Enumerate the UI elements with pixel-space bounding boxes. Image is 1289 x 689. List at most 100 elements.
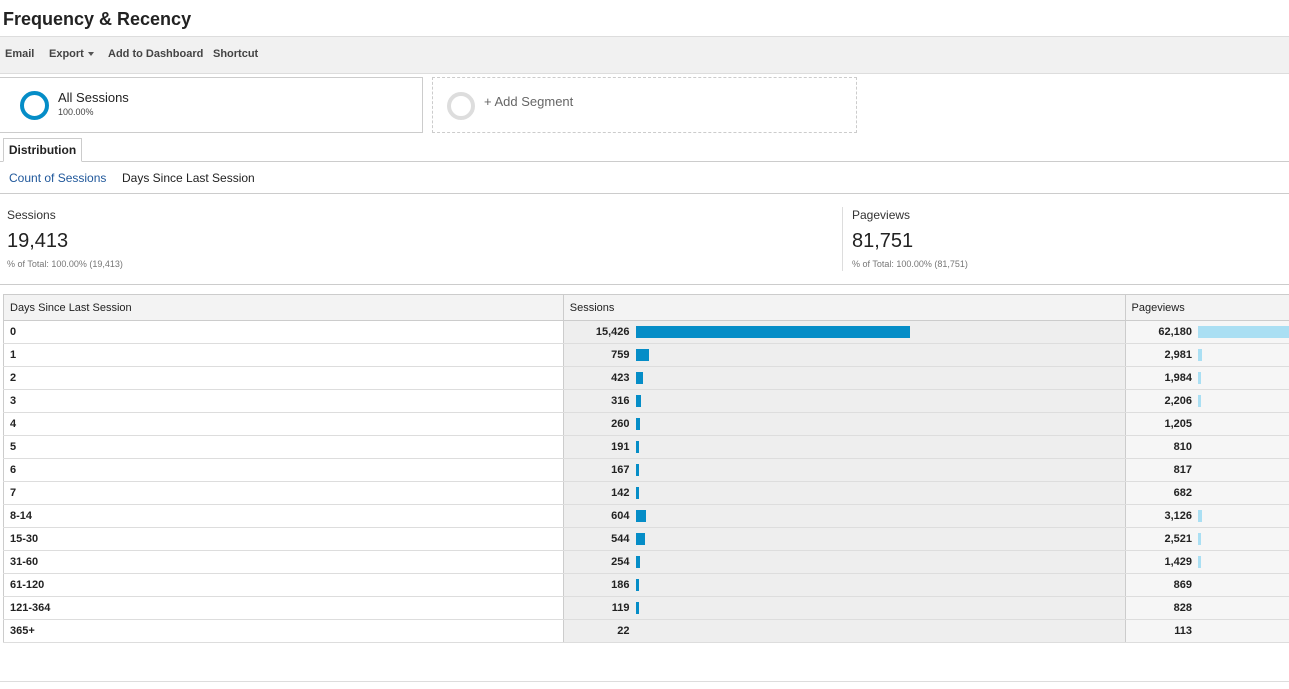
table-row: 3 316 2,206: [3, 389, 1289, 413]
add-segment-label: + Add Segment: [484, 94, 574, 109]
row-sessions-value: 260: [611, 418, 630, 430]
shortcut-button[interactable]: Shortcut: [213, 48, 258, 60]
table-row: 7 142 682: [3, 481, 1289, 505]
row-pageviews-cell: 1,205: [1124, 412, 1289, 436]
row-pageviews-value: 1,429: [1164, 556, 1192, 568]
row-dimension: 2: [3, 366, 564, 390]
row-sessions-bar: [635, 372, 644, 384]
row-pageviews-value: 810: [1173, 441, 1192, 453]
row-sessions-bar: [635, 326, 910, 338]
table-row: 365+ 22 113: [3, 619, 1289, 643]
table-row: 5 191 810: [3, 435, 1289, 459]
subnav-divider: [0, 193, 1289, 194]
row-dimension: 121-364: [3, 596, 564, 620]
row-pageviews-value: 828: [1173, 602, 1192, 614]
row-sessions-cell: 186: [562, 573, 1126, 597]
row-dimension: 1: [3, 343, 564, 367]
pageviews-summary-label: Pageviews: [852, 208, 911, 222]
row-pageviews-value: 817: [1173, 464, 1192, 476]
export-label: Export: [49, 48, 84, 60]
row-sessions-value: 544: [611, 533, 630, 545]
table-row: 4 260 1,205: [3, 412, 1289, 436]
row-pageviews-bar: [1197, 510, 1203, 522]
row-sessions-cell: 191: [562, 435, 1126, 459]
row-pageviews-cell: 817: [1124, 458, 1289, 482]
row-sessions-bar: [635, 395, 642, 407]
row-sessions-value: 254: [611, 556, 630, 568]
row-dimension: 6: [3, 458, 564, 482]
row-pageviews-value: 113: [1174, 625, 1192, 637]
table-row: 8-14 604 3,126: [3, 504, 1289, 528]
row-pageviews-bar: [1197, 556, 1201, 568]
row-pageviews-bar: [1197, 326, 1289, 338]
tab-distribution[interactable]: Distribution: [3, 138, 82, 162]
row-pageviews-value: 2,521: [1164, 533, 1192, 545]
row-sessions-value: 186: [611, 579, 630, 591]
column-header-dimension[interactable]: Days Since Last Session: [3, 294, 564, 321]
row-sessions-value: 15,426: [595, 326, 630, 338]
row-pageviews-cell: 113: [1124, 619, 1289, 643]
count-of-sessions-link[interactable]: Count of Sessions: [9, 171, 106, 185]
days-since-last-session-link[interactable]: Days Since Last Session: [122, 171, 255, 185]
pageviews-summary-value: 81,751: [852, 230, 914, 252]
row-sessions-cell: 167: [562, 458, 1126, 482]
row-sessions-cell: 15,426: [562, 320, 1126, 344]
row-pageviews-cell: 1,429: [1124, 550, 1289, 574]
add-to-dashboard-button[interactable]: Add to Dashboard: [108, 48, 203, 60]
row-sessions-value: 167: [611, 464, 630, 476]
row-sessions-bar: [635, 579, 640, 591]
data-table: Days Since Last Session Sessions Pagevie…: [3, 294, 1289, 643]
row-sessions-cell: 142: [562, 481, 1126, 505]
row-sessions-cell: 316: [562, 389, 1126, 413]
row-sessions-value: 142: [611, 487, 630, 499]
row-sessions-bar: [635, 602, 639, 614]
table-row: 121-364 119 828: [3, 596, 1289, 620]
row-dimension: 4: [3, 412, 564, 436]
row-pageviews-bar: [1197, 395, 1201, 407]
row-pageviews-value: 1,984: [1164, 372, 1192, 384]
column-header-pageviews[interactable]: Pageviews: [1124, 294, 1289, 321]
row-dimension: 3: [3, 389, 564, 413]
row-pageviews-bar: [1197, 533, 1202, 545]
row-sessions-bar: [635, 510, 647, 522]
row-dimension: 5: [3, 435, 564, 459]
row-sessions-cell: 759: [562, 343, 1126, 367]
row-pageviews-cell: 2,521: [1124, 527, 1289, 551]
export-button[interactable]: Export: [49, 48, 94, 60]
email-button[interactable]: Email: [5, 48, 34, 60]
row-sessions-cell: 254: [562, 550, 1126, 574]
row-pageviews-cell: 2,981: [1124, 343, 1289, 367]
table-row: 1 759 2,981: [3, 343, 1289, 367]
add-segment-button[interactable]: + Add Segment: [432, 77, 857, 133]
pageviews-summary-pct: % of Total: 100.00% (81,751): [852, 259, 968, 269]
sessions-summary-value: 19,413: [7, 230, 69, 252]
row-dimension: 31-60: [3, 550, 564, 574]
row-sessions-bar: [635, 487, 639, 499]
row-sessions-cell: 423: [562, 366, 1126, 390]
row-sessions-bar: [635, 556, 641, 568]
table-row: 2 423 1,984: [3, 366, 1289, 390]
footer-divider: [0, 681, 1289, 682]
row-sessions-cell: 604: [562, 504, 1126, 528]
column-header-sessions[interactable]: Sessions: [562, 294, 1126, 321]
empty-segment-ring-icon: [447, 92, 475, 120]
row-pageviews-value: 1,205: [1164, 418, 1192, 430]
table-row: 61-120 186 869: [3, 573, 1289, 597]
row-pageviews-bar: [1197, 349, 1202, 361]
row-sessions-value: 423: [611, 372, 630, 384]
row-dimension: 0: [3, 320, 564, 344]
table-row: 31-60 254 1,429: [3, 550, 1289, 574]
row-sessions-bar: [635, 418, 641, 430]
row-pageviews-cell: 869: [1124, 573, 1289, 597]
table-row: 15-30 544 2,521: [3, 527, 1289, 551]
table-row: 6 167 817: [3, 458, 1289, 482]
sessions-summary-label: Sessions: [7, 208, 56, 222]
row-pageviews-value: 682: [1173, 487, 1192, 499]
segment-percent: 100.00%: [58, 107, 94, 117]
row-pageviews-bar: [1197, 372, 1201, 384]
segment-all-sessions[interactable]: All Sessions 100.00%: [0, 77, 423, 133]
sessions-summary: Sessions 19,413 % of Total: 100.00% (19,…: [7, 208, 123, 269]
row-pageviews-cell: 682: [1124, 481, 1289, 505]
segment-ring-icon: [20, 91, 49, 120]
pageviews-summary: Pageviews 81,751 % of Total: 100.00% (81…: [852, 208, 968, 269]
